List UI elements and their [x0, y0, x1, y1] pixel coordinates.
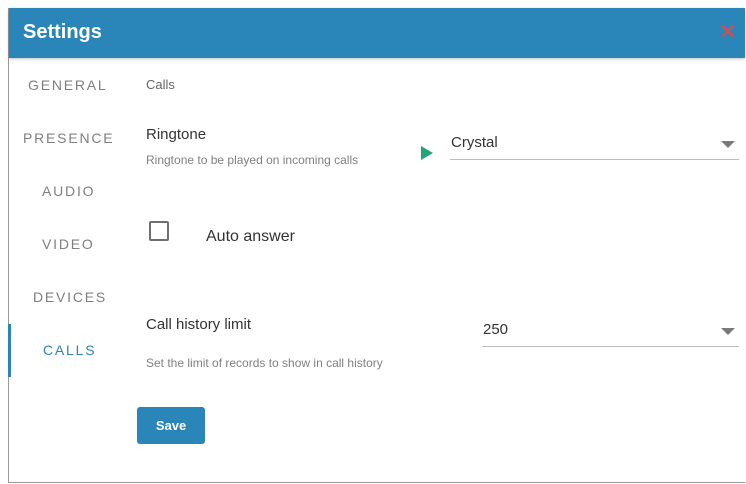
history-limit-select-value: 250 — [483, 321, 509, 338]
nav-item-general[interactable]: GENERAL — [28, 77, 108, 93]
ringtone-select[interactable]: Crystal — [450, 130, 739, 160]
ringtone-description: Ringtone to be played on incoming calls — [146, 153, 359, 167]
dialog-title: Settings — [23, 21, 102, 43]
nav-active-indicator — [8, 324, 11, 377]
section-title: Calls — [146, 77, 175, 92]
nav-item-presence[interactable]: PRESENCE — [23, 130, 114, 146]
ringtone-select-value: Crystal — [451, 134, 498, 151]
nav-item-devices[interactable]: DEVICES — [33, 289, 107, 305]
nav-item-video[interactable]: VIDEO — [42, 236, 95, 252]
history-limit-description: Set the limit of records to show in call… — [146, 356, 383, 370]
history-limit-select[interactable]: 250 — [482, 317, 739, 347]
dialog-titlebar: Settings ✕ — [9, 8, 745, 58]
chevron-down-icon — [721, 328, 735, 335]
close-icon[interactable]: ✕ — [718, 21, 738, 43]
chevron-down-icon — [721, 141, 735, 148]
save-button[interactable]: Save — [137, 407, 205, 444]
auto-answer-checkbox[interactable] — [149, 221, 169, 241]
nav-item-calls[interactable]: CALLS — [43, 342, 96, 358]
nav-item-audio[interactable]: AUDIO — [42, 183, 95, 199]
play-icon[interactable] — [421, 146, 433, 160]
settings-dialog: Settings ✕ GENERAL PRESENCE AUDIO VIDEO … — [8, 8, 745, 483]
auto-answer-label: Auto answer — [206, 228, 295, 245]
history-limit-label: Call history limit — [146, 316, 252, 333]
ringtone-label: Ringtone — [146, 126, 207, 143]
